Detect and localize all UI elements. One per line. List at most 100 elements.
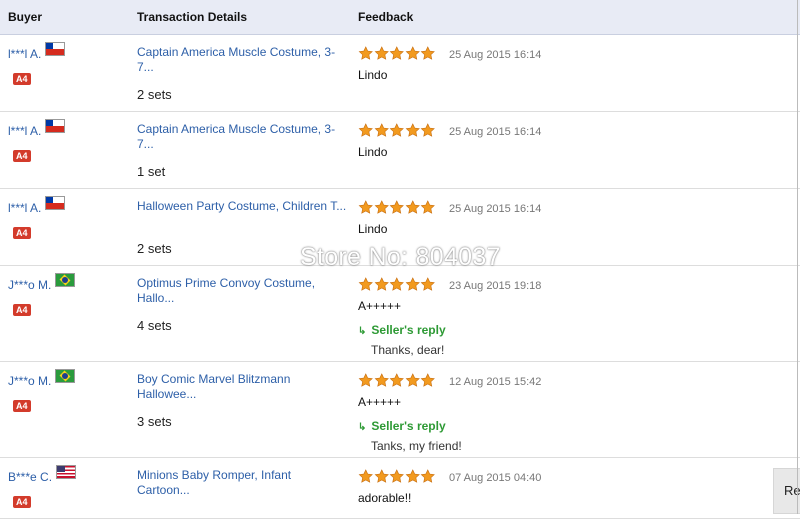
product-link[interactable]: Captain America Muscle Costume, 3-7... [137,122,347,152]
buyer-level-badge: A4 [13,496,31,508]
star-icon [405,123,420,137]
seller-reply-text: Tanks, my friend! [371,439,462,453]
quantity: 2 sets [137,241,172,256]
star-icon [358,200,373,214]
feedback-text: Lindo [358,68,388,82]
flag-icon [55,273,76,287]
rating-stars [358,200,436,215]
buyer-level-badge: A4 [13,227,31,239]
seller-reply-label: ↳ Seller's reply [358,323,446,337]
feedback-date: 12 Aug 2015 15:42 [449,376,542,388]
scroll-edge [797,0,798,514]
star-icon [374,373,389,387]
feedback-date: 07 Aug 2015 04:40 [449,472,542,484]
feedback-text: A+++++ [358,299,402,313]
star-icon [374,469,389,483]
star-icon [389,373,404,387]
product-link[interactable]: Minions Baby Romper, Infant Cartoon... [137,468,347,498]
star-icon [374,123,389,137]
buyer-name[interactable]: J***o M. [8,369,76,388]
feedback-date: 25 Aug 2015 16:14 [449,49,542,61]
feedback-date: 25 Aug 2015 16:14 [449,203,542,215]
buyer-link[interactable]: l***l A. [8,124,41,138]
buyer-name[interactable]: l***l A. [8,119,66,138]
table-row: l***l A. A4 Captain America Muscle Costu… [0,35,800,112]
seller-reply-label: ↳ Seller's reply [358,419,446,433]
flag-icon [55,369,76,383]
quantity: 4 sets [137,318,172,333]
product-link[interactable]: Optimus Prime Convoy Costume, Hallo... [137,276,347,306]
star-icon [374,46,389,60]
quantity: 2 sets [137,87,172,102]
rating-stars [358,123,436,138]
side-button[interactable]: Re [773,468,800,514]
rating-stars [358,46,436,61]
product-link[interactable]: Halloween Party Costume, Children T... [137,199,347,214]
table-row: J***o M. A4 Boy Comic Marvel Blitzmann H… [0,362,800,458]
star-icon [420,469,435,483]
buyer-name[interactable]: l***l A. [8,196,66,215]
seller-reply-text: Thanks, dear! [371,343,445,357]
header-buyer: Buyer [8,10,43,24]
star-icon [358,123,373,137]
feedback-text: Lindo [358,222,388,236]
table-row: J***o M. A4 Optimus Prime Convoy Costume… [0,266,800,362]
buyer-level-badge: A4 [13,400,31,412]
seller-reply-label-text: Seller's reply [371,323,446,337]
rating-stars [358,373,436,388]
reply-arrow-icon: ↳ [358,326,367,337]
flag-icon [45,196,66,210]
star-icon [389,200,404,214]
buyer-link[interactable]: B***e C. [8,470,52,484]
star-icon [420,200,435,214]
quantity: 3 sets [137,414,172,429]
buyer-link[interactable]: J***o M. [8,374,51,388]
star-icon [374,277,389,291]
star-icon [405,373,420,387]
reply-arrow-icon: ↳ [358,422,367,433]
product-link[interactable]: Boy Comic Marvel Blitzmann Hallowee... [137,372,347,402]
star-icon [420,46,435,60]
buyer-link[interactable]: J***o M. [8,278,51,292]
product-link[interactable]: Captain America Muscle Costume, 3-7... [137,45,347,75]
rating-stars [358,277,436,292]
feedback-date: 25 Aug 2015 16:14 [449,126,542,138]
star-icon [420,373,435,387]
star-icon [389,469,404,483]
buyer-level-badge: A4 [13,150,31,162]
star-icon [420,123,435,137]
buyer-level-badge: A4 [13,73,31,85]
table-row: B***e C. A4 Minions Baby Romper, Infant … [0,458,800,519]
star-icon [405,469,420,483]
star-icon [389,277,404,291]
buyer-link[interactable]: l***l A. [8,201,41,215]
star-icon [389,123,404,137]
buyer-link[interactable]: l***l A. [8,47,41,61]
flag-icon [45,42,66,56]
feedback-date: 23 Aug 2015 19:18 [449,280,542,292]
header-feedback: Feedback [358,10,414,24]
table-header: Buyer Transaction Details Feedback [0,0,800,35]
star-icon [358,277,373,291]
star-icon [374,200,389,214]
table-row: l***l A. A4 Captain America Muscle Costu… [0,112,800,189]
header-transaction-details: Transaction Details [137,10,248,24]
star-icon [405,200,420,214]
feedback-text: Lindo [358,145,388,159]
star-icon [405,277,420,291]
feedback-text: A+++++ [358,395,402,409]
buyer-name[interactable]: J***o M. [8,273,76,292]
buyer-name[interactable]: B***e C. [8,465,77,484]
star-icon [420,277,435,291]
star-icon [389,46,404,60]
feedback-text: adorable!! [358,491,412,505]
seller-reply-label-text: Seller's reply [371,419,446,433]
quantity: 1 set [137,164,166,179]
store-watermark: Store No: 804037 [300,243,501,271]
star-icon [358,46,373,60]
flag-icon [56,465,77,479]
star-icon [358,469,373,483]
star-icon [405,46,420,60]
buyer-name[interactable]: l***l A. [8,42,66,61]
buyer-level-badge: A4 [13,304,31,316]
